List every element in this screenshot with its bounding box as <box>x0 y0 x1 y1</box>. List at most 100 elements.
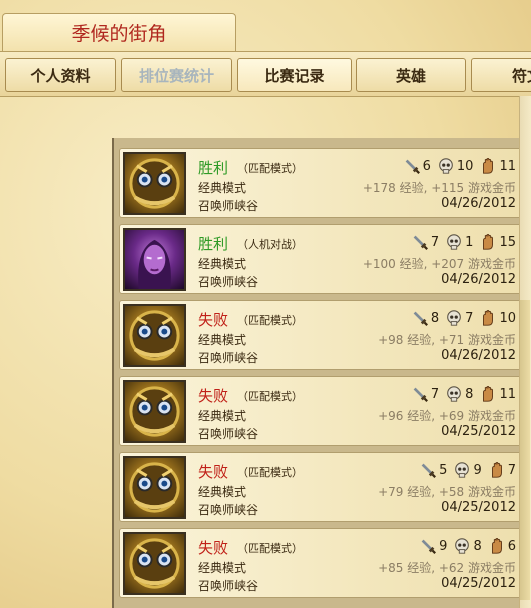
queue-mode: （人机对战） <box>237 238 303 251</box>
champion-avatar[interactable] <box>123 380 186 443</box>
deaths-value: 10 <box>456 158 474 174</box>
queue-mode: （匹配模式） <box>237 314 303 327</box>
game-type: 经典模式 <box>198 333 247 347</box>
map-name: 召唤师峡谷 <box>198 351 259 365</box>
kda-stats: 7 1 15 <box>405 233 516 251</box>
queue-mode: （匹配模式） <box>237 390 303 403</box>
kills-sword-icon <box>421 463 437 478</box>
match-row[interactable]: 失败 （匹配模式） 经典模式 召唤师峡谷 7 8 11 +96 经验, +69 游戏金币 04/… <box>119 376 521 446</box>
queue-mode: （匹配模式） <box>237 162 303 175</box>
assists-hand-icon <box>483 158 494 174</box>
map-name: 召唤师峡谷 <box>198 503 259 517</box>
tab-match-history[interactable]: 比赛记录 <box>237 58 352 92</box>
kda-stats: 7 8 11 <box>405 385 516 403</box>
assists-value: 10 <box>499 310 516 326</box>
deaths-stat: 1 <box>445 233 473 251</box>
champion-portrait-icon <box>129 158 180 209</box>
kills-stat: 8 <box>411 309 439 327</box>
assists-hand-icon <box>483 234 494 250</box>
deaths-skull-icon <box>447 234 462 250</box>
assists-value: 6 <box>507 538 516 554</box>
deaths-skull-icon <box>439 158 453 174</box>
tab-bar: 个人资料 排位赛统计 比赛记录 英雄 符文 <box>0 51 531 97</box>
kills-value: 9 <box>439 538 448 554</box>
match-row[interactable]: 胜利 （人机对战） 经典模式 召唤师峡谷 7 1 15 +100 经验, +207 游戏金币 0… <box>119 224 521 294</box>
deaths-skull-icon <box>455 538 470 554</box>
deaths-stat: 8 <box>453 537 482 555</box>
match-reward: +100 经验, +207 游戏金币 <box>362 257 516 271</box>
match-result: 失败 <box>198 387 229 405</box>
map-name: 召唤师峡谷 <box>198 579 259 593</box>
deaths-stat: 8 <box>445 385 473 403</box>
kda-stats: 6 10 11 <box>397 157 516 175</box>
kills-sword-icon <box>421 539 437 554</box>
match-reward: +79 经验, +58 游戏金币 <box>378 485 516 499</box>
match-date: 04/26/2012 <box>441 196 516 211</box>
game-type: 经典模式 <box>198 257 247 271</box>
kills-sword-icon <box>413 311 428 326</box>
champion-portrait-icon <box>129 386 180 437</box>
assists-stat: 7 <box>488 461 516 479</box>
tab-profile[interactable]: 个人资料 <box>5 58 116 92</box>
map-name: 召唤师峡谷 <box>198 199 259 213</box>
match-history-list: 胜利 （匹配模式） 经典模式 召唤师峡谷 6 10 11 +178 经验, +115 游戏金币… <box>112 138 521 608</box>
match-reward: +85 经验, +62 游戏金币 <box>378 561 516 575</box>
kills-sword-icon <box>413 387 428 402</box>
match-date: 04/26/2012 <box>441 348 516 363</box>
deaths-stat: 7 <box>445 309 473 327</box>
champion-avatar[interactable] <box>123 456 186 519</box>
champion-avatar[interactable] <box>123 152 186 215</box>
deaths-value: 1 <box>465 234 474 250</box>
kills-stat: 6 <box>403 157 431 175</box>
profile-name-tab[interactable]: 季候的街角 <box>2 13 236 51</box>
match-reward: +98 经验, +71 游戏金币 <box>378 333 516 347</box>
match-result: 失败 <box>198 311 229 329</box>
champion-avatar[interactable] <box>123 228 186 291</box>
scrollbar-thumb[interactable] <box>520 300 530 600</box>
game-type: 经典模式 <box>198 561 247 575</box>
deaths-value: 9 <box>473 462 482 478</box>
kills-value: 6 <box>422 158 431 174</box>
deaths-value: 8 <box>473 538 482 554</box>
champion-portrait-icon <box>138 239 171 289</box>
kda-stats: 9 8 6 <box>413 537 516 555</box>
kills-value: 5 <box>439 462 448 478</box>
kills-stat: 5 <box>419 461 447 479</box>
match-date: 04/25/2012 <box>441 576 516 591</box>
assists-hand-icon <box>483 386 494 402</box>
kills-stat: 7 <box>411 385 439 403</box>
assists-stat: 15 <box>479 233 516 251</box>
kills-value: 7 <box>430 386 440 402</box>
assists-hand-icon <box>491 538 502 554</box>
match-row[interactable]: 胜利 （匹配模式） 经典模式 召唤师峡谷 6 10 11 +178 经验, +115 游戏金币… <box>119 148 521 218</box>
deaths-value: 8 <box>465 386 474 402</box>
match-result: 失败 <box>198 463 229 481</box>
assists-stat: 10 <box>479 309 516 327</box>
tab-runes[interactable]: 符文 <box>471 58 531 92</box>
assists-value: 11 <box>499 158 516 174</box>
queue-mode: （匹配模式） <box>237 466 303 479</box>
match-row[interactable]: 失败 （匹配模式） 经典模式 召唤师峡谷 5 9 7 +79 经验, +58 游戏金币 04/2… <box>119 452 521 522</box>
match-result: 胜利 <box>198 235 229 253</box>
kills-stat: 7 <box>411 233 439 251</box>
champion-avatar[interactable] <box>123 304 186 367</box>
assists-value: 11 <box>499 386 516 402</box>
kills-sword-icon <box>413 235 428 250</box>
champion-avatar[interactable] <box>123 532 186 595</box>
match-row[interactable]: 失败 （匹配模式） 经典模式召唤师峡谷 8 7 10 +98 经验, +71 游戏金币 04/… <box>119 300 521 370</box>
tab-ranked-stats: 排位赛统计 <box>121 58 232 92</box>
profile-name: 季候的街角 <box>71 23 167 45</box>
kills-value: 7 <box>430 234 440 250</box>
queue-mode: （匹配模式） <box>237 542 303 555</box>
deaths-stat: 10 <box>437 157 474 175</box>
tab-champions[interactable]: 英雄 <box>356 58 466 92</box>
assists-stat: 6 <box>488 537 516 555</box>
kda-stats: 8 7 10 <box>405 309 516 327</box>
assists-hand-icon <box>491 462 502 478</box>
match-row[interactable]: 失败 （匹配模式） 经典模式 召唤师峡谷 9 8 6 +85 经验, +62 游戏金币 04/2… <box>119 528 521 598</box>
kills-sword-icon <box>405 159 420 174</box>
deaths-skull-icon <box>447 310 462 326</box>
map-name: 召唤师峡谷 <box>198 427 259 441</box>
deaths-skull-icon <box>455 462 470 478</box>
game-type: 经典模式 <box>198 409 247 423</box>
